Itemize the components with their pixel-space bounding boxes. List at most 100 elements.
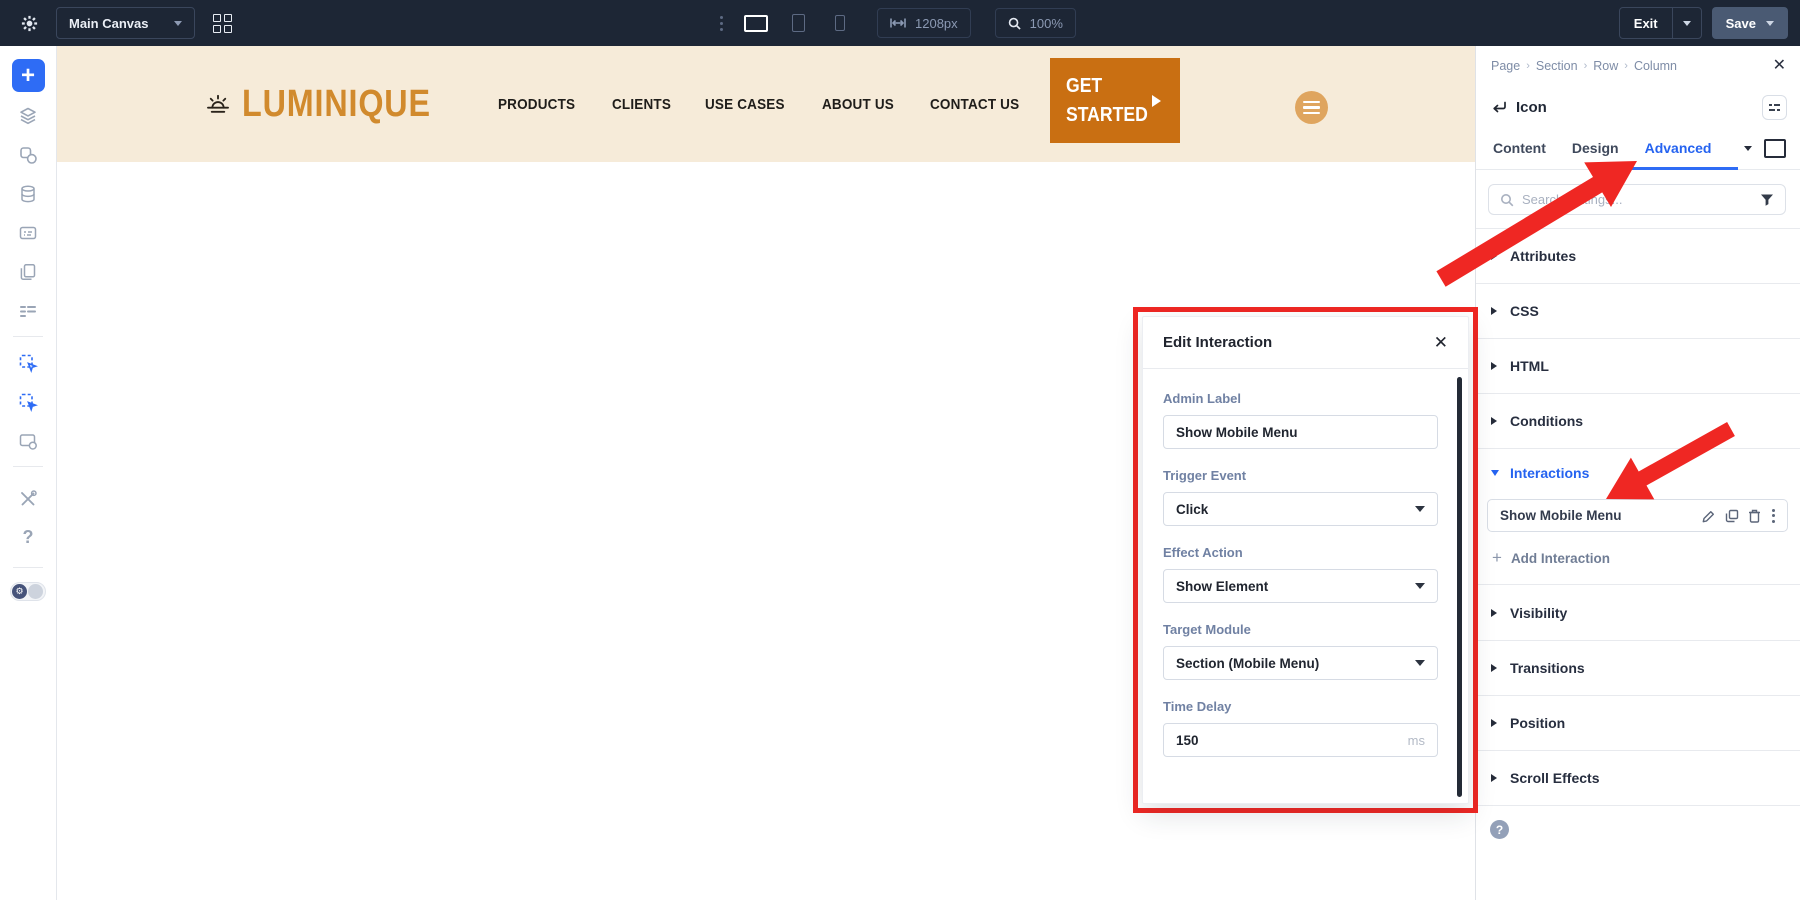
- caret-right-icon: [1491, 417, 1497, 425]
- back-to-parent-icon[interactable]: [1491, 100, 1507, 115]
- toggle-off-knob: [28, 584, 43, 599]
- nav-item-about-us[interactable]: ABOUT US: [822, 96, 894, 113]
- settings-search-input[interactable]: [1522, 192, 1752, 207]
- desktop-view-icon[interactable]: [743, 10, 769, 36]
- modal-header: Edit Interaction ✕: [1143, 317, 1468, 369]
- nav-item-clients[interactable]: CLIENTS: [612, 96, 671, 113]
- save-button[interactable]: Save: [1712, 7, 1788, 39]
- trigger-event-select[interactable]: Click: [1163, 492, 1438, 526]
- section-transitions[interactable]: Transitions: [1476, 640, 1800, 695]
- section-scroll-effects[interactable]: Scroll Effects: [1476, 750, 1800, 805]
- caret-right-icon: [1491, 362, 1497, 370]
- caret-right-icon: [1491, 609, 1497, 617]
- sidebar-divider: [13, 567, 43, 568]
- section-visibility[interactable]: Visibility: [1476, 585, 1800, 640]
- filter-funnel-icon[interactable]: [1760, 193, 1774, 207]
- save-button-label: Save: [1726, 16, 1756, 31]
- tab-design[interactable]: Design: [1572, 140, 1619, 158]
- nav-item-products[interactable]: PRODUCTS: [498, 96, 575, 113]
- target-module-label: Target Module: [1163, 622, 1438, 637]
- nav-item-contact-us[interactable]: CONTACT US: [930, 96, 1019, 113]
- search-icon: [1500, 193, 1514, 207]
- trigger-event-label: Trigger Event: [1163, 468, 1438, 483]
- exit-dropdown-toggle[interactable]: [1672, 8, 1701, 38]
- tablet-view-icon[interactable]: [785, 10, 811, 36]
- zoom-magnifier-icon: [1008, 17, 1021, 30]
- add-module-button[interactable]: +: [12, 59, 45, 92]
- breadcrumb-page[interactable]: Page: [1491, 59, 1520, 73]
- modal-scrollbar[interactable]: [1457, 377, 1462, 797]
- chevron-down-icon[interactable]: [1744, 146, 1752, 151]
- get-started-button[interactable]: GET STARTED: [1050, 58, 1180, 143]
- phone-view-icon[interactable]: [827, 10, 853, 36]
- layout-grid-icon[interactable]: [209, 10, 235, 36]
- more-options-kebab-icon[interactable]: [720, 16, 723, 31]
- section-interactions[interactable]: Interactions: [1476, 449, 1800, 497]
- breadcrumb-section[interactable]: Section: [1536, 59, 1578, 73]
- breadcrumb-row[interactable]: Row: [1593, 59, 1618, 73]
- delete-interaction-trash-icon[interactable]: [1748, 509, 1761, 523]
- help-icon[interactable]: ?: [10, 518, 46, 557]
- admin-label-label: Admin Label: [1163, 391, 1438, 406]
- breadcrumb-column[interactable]: Column: [1634, 59, 1677, 73]
- desktop-preview-icon[interactable]: [1764, 139, 1786, 158]
- nav-item-use-cases[interactable]: USE CASES: [705, 96, 785, 113]
- edit-interaction-pencil-icon[interactable]: [1702, 509, 1716, 523]
- exit-button[interactable]: Exit: [1619, 7, 1702, 39]
- panel-help-icon[interactable]: ?: [1490, 820, 1509, 839]
- design-presets-icon[interactable]: [10, 135, 46, 174]
- modal-body: Admin Label Show Mobile Menu Trigger Eve…: [1143, 369, 1468, 757]
- breadcrumb-separator: ›: [1526, 60, 1530, 72]
- duplicate-interaction-icon[interactable]: [1725, 509, 1739, 523]
- select-caret-icon: [1415, 660, 1425, 666]
- interaction-row-show-mobile-menu[interactable]: Show Mobile Menu: [1487, 499, 1788, 532]
- settings-panel: Page › Section › Row › Column ✕ Icon: [1475, 46, 1800, 900]
- tab-content[interactable]: Content: [1493, 140, 1546, 158]
- panel-close-icon[interactable]: ✕: [1773, 58, 1786, 74]
- canvas-selector-dropdown[interactable]: Main Canvas: [56, 7, 195, 39]
- zoom-control[interactable]: 100%: [995, 8, 1076, 38]
- target-module-select[interactable]: Section (Mobile Menu): [1163, 646, 1438, 680]
- exit-button-label: Exit: [1620, 16, 1672, 31]
- effect-action-select[interactable]: Show Element: [1163, 569, 1438, 603]
- section-css[interactable]: CSS: [1476, 283, 1800, 338]
- annotation-red-frame: Edit Interaction ✕ Admin Label Show Mobi…: [1133, 307, 1478, 813]
- admin-label-input[interactable]: Show Mobile Menu: [1163, 415, 1438, 449]
- caret-right-icon: [1491, 307, 1497, 315]
- select-element-active-icon[interactable]: [10, 382, 46, 421]
- section-conditions[interactable]: Conditions: [1476, 393, 1800, 448]
- section-html[interactable]: HTML: [1476, 338, 1800, 393]
- settings-search-row: [1476, 170, 1800, 228]
- mobile-menu-hamburger-icon[interactable]: [1295, 91, 1328, 124]
- add-interaction-button[interactable]: + Add Interaction: [1492, 548, 1800, 568]
- field-card-icon[interactable]: [10, 213, 46, 252]
- get-started-label: GET STARTED: [1066, 72, 1142, 130]
- element-options-icon[interactable]: [1762, 95, 1787, 120]
- caret-right-icon: [1491, 664, 1497, 672]
- chevron-down-icon: [1683, 21, 1691, 26]
- copy-pages-icon[interactable]: [10, 252, 46, 291]
- modal-close-icon[interactable]: ✕: [1434, 334, 1448, 351]
- section-position[interactable]: Position: [1476, 695, 1800, 750]
- layers-icon[interactable]: [10, 96, 46, 135]
- database-icon[interactable]: [10, 174, 46, 213]
- panel-footer: ?: [1476, 805, 1800, 839]
- time-delay-input[interactable]: 150 ms: [1163, 723, 1438, 757]
- select-caret-icon: [1415, 506, 1425, 512]
- section-interactions-expanded: Interactions Show Mobile Menu: [1476, 448, 1800, 585]
- sunrise-logo-icon: [203, 92, 233, 117]
- select-element-icon[interactable]: [10, 343, 46, 382]
- module-settings-icon[interactable]: [10, 421, 46, 460]
- tools-icon[interactable]: [10, 479, 46, 518]
- site-logo[interactable]: LUMINIQUE: [203, 46, 464, 162]
- toggle-gear-icon: ⚙: [12, 584, 27, 599]
- builder-mode-toggle[interactable]: ⚙: [10, 582, 46, 601]
- interaction-more-kebab-icon[interactable]: [1770, 509, 1777, 523]
- caret-right-icon: [1491, 252, 1497, 260]
- topbar-left-group: Main Canvas: [0, 7, 235, 39]
- viewport-width-control[interactable]: 1208px: [877, 8, 971, 38]
- tab-advanced[interactable]: Advanced: [1645, 140, 1712, 158]
- builder-settings-gear-icon[interactable]: [16, 10, 42, 36]
- options-list-icon[interactable]: [10, 291, 46, 330]
- section-attributes[interactable]: Attributes: [1476, 228, 1800, 283]
